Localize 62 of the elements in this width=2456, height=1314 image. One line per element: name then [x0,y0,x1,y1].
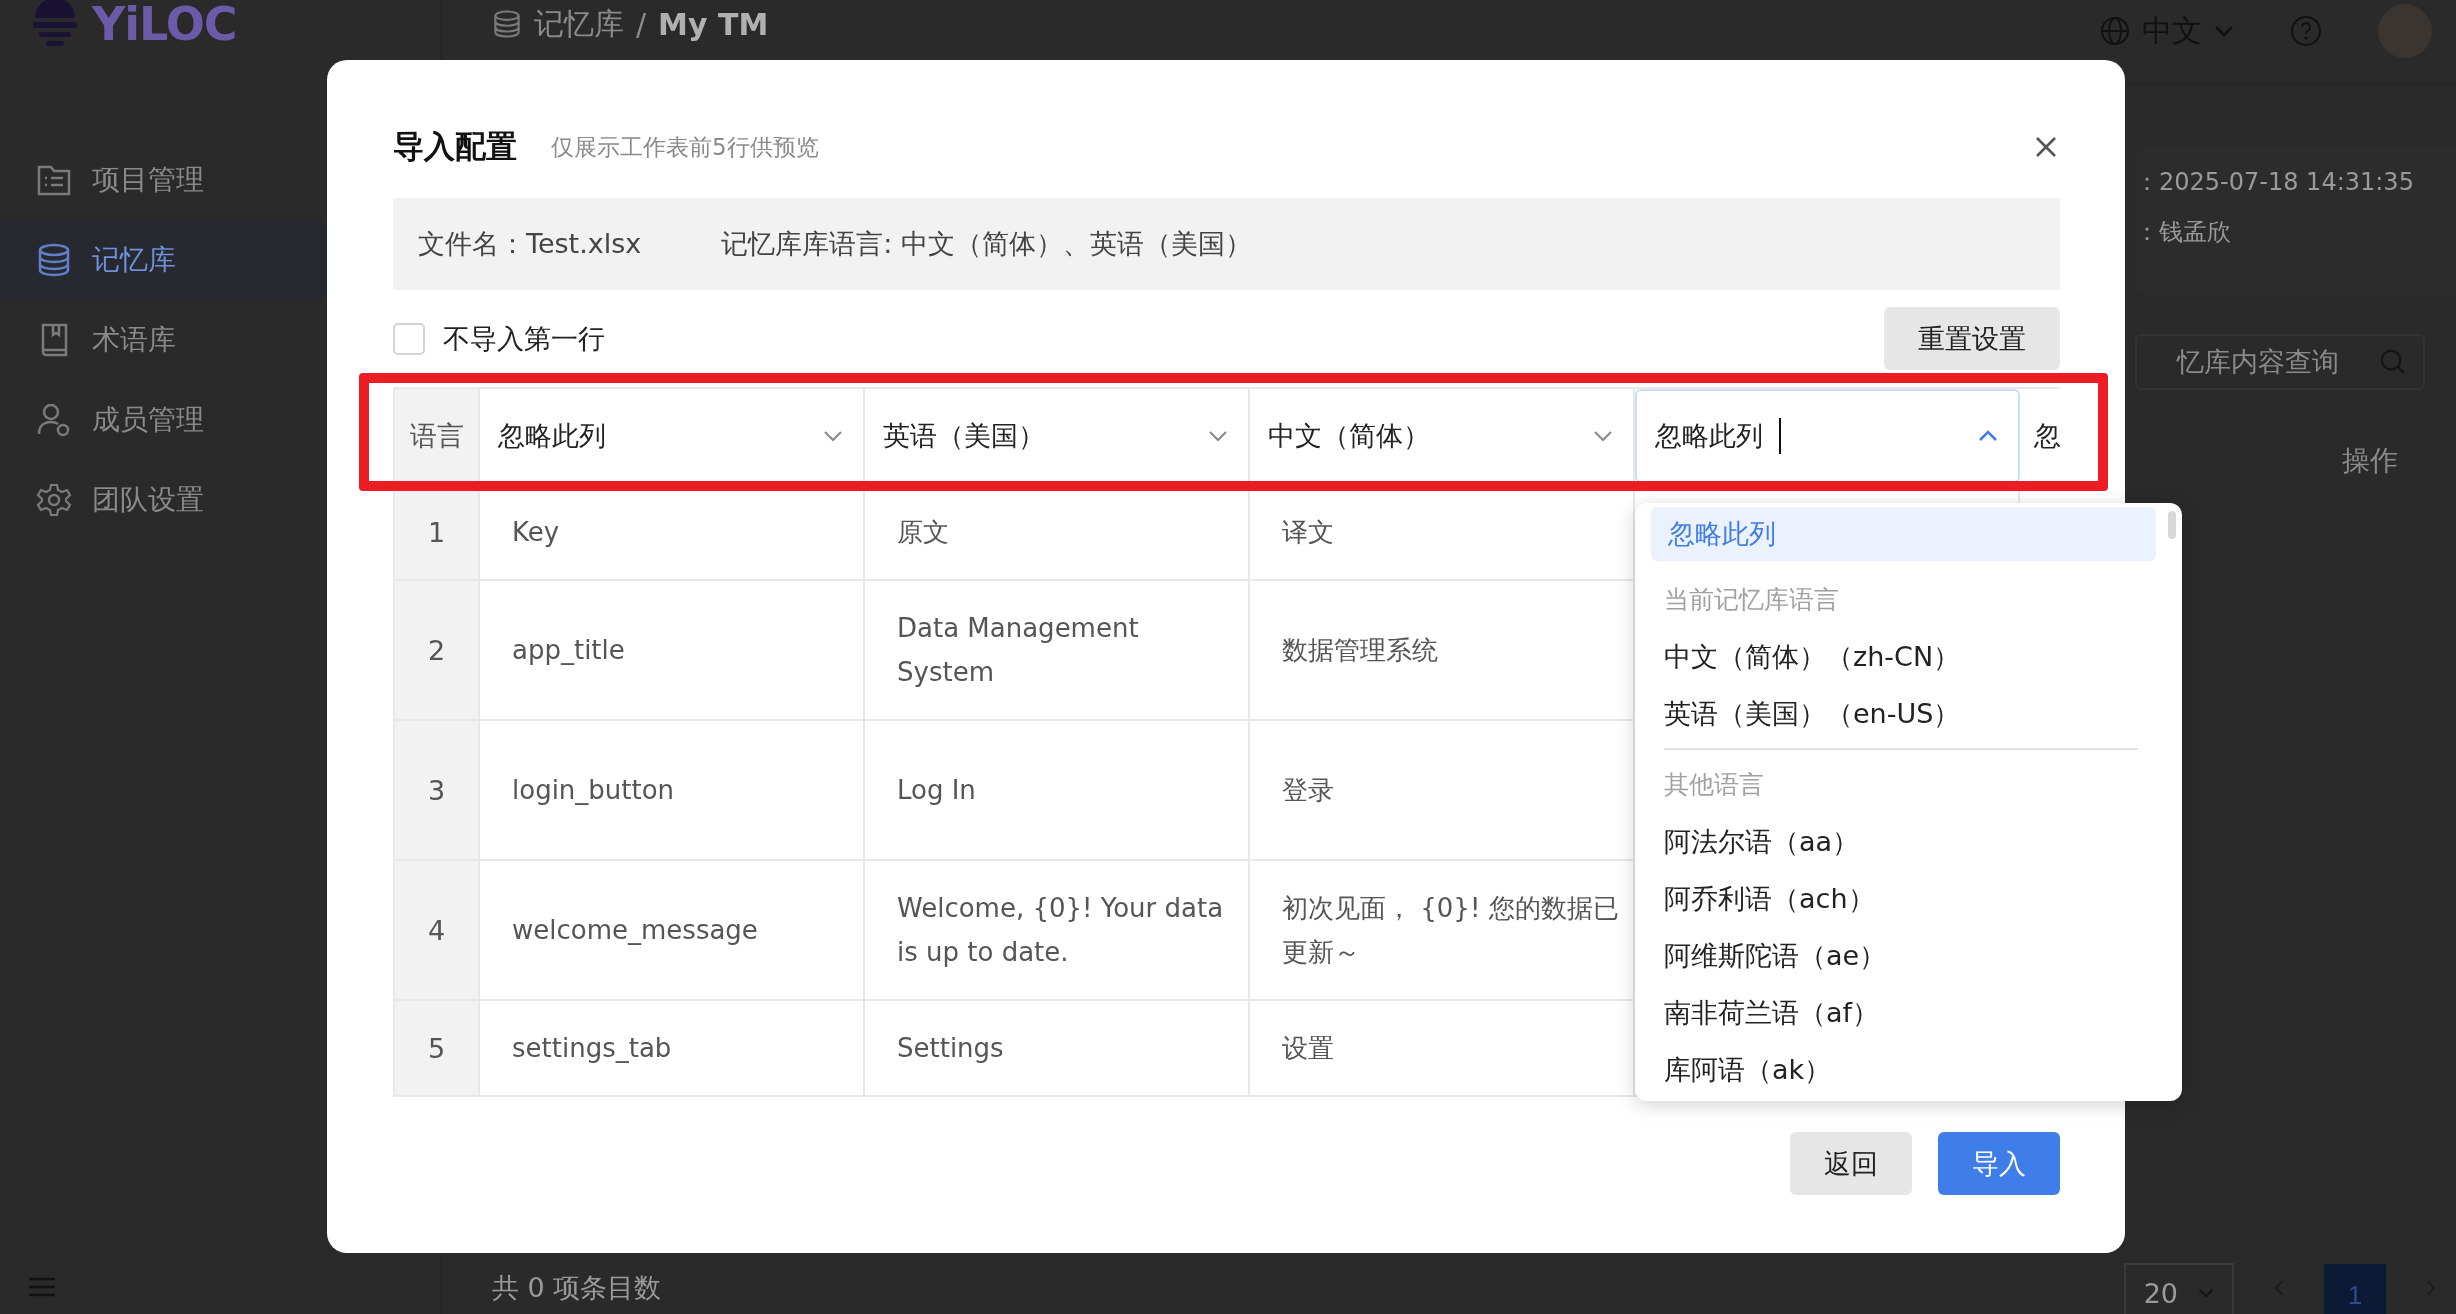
dropdown-option[interactable]: 库阿语（ak） [1651,1041,2156,1098]
dropdown-option[interactable]: 英语（美国）（en-US） [1651,685,2156,742]
table-cell: Welcome, {0}! Your data is up to date. [865,861,1250,999]
dropdown-option[interactable]: 阿法尔语（aa） [1651,813,2156,870]
table-cell: login_button [480,721,865,859]
table-cell: Settings [865,1001,1250,1095]
chevron-down-icon [1593,430,1613,442]
table-cell: Data Management System [865,581,1250,719]
close-icon[interactable] [2034,135,2058,159]
column-header: 操作 [2342,443,2398,479]
scrollbar-thumb[interactable] [2168,511,2176,539]
import-button[interactable]: 导入 [1938,1132,2060,1195]
user-gear-icon [36,402,72,438]
checkbox-label[interactable]: 不导入第一行 [443,320,605,357]
language-select[interactable]: 英语（美国） [865,389,1250,483]
table-cell: Log In [865,721,1250,859]
search-field[interactable]: 忆库内容查询 [2135,334,2425,390]
updated-time: ：2025-07-18 14:31:35 [2135,167,2415,198]
row-number: 4 [395,861,480,999]
table-cell: app_title [480,581,865,719]
table-cell: 原文 [865,485,1250,579]
chevron-up-icon [1978,430,1998,442]
globe-icon [2100,16,2130,46]
help-icon[interactable] [2290,15,2322,47]
dropdown-option[interactable]: 阿乔利语（ach） [1651,870,2156,927]
back-button[interactable]: 返回 [1790,1132,1912,1195]
dropdown-option[interactable]: 中文（简体）（zh-CN） [1651,628,2156,685]
database-icon [36,242,72,278]
row-number: 3 [395,721,480,859]
reset-button[interactable]: 重置设置 [1884,307,2060,370]
row-number: 5 [395,1001,480,1095]
checkbox[interactable] [393,322,425,355]
option-group-label: 当前记忆库语言 [1663,584,1840,616]
option-group-label: 其他语言 [1663,769,1765,801]
memory-languages: 记忆库库语言: 中文（简体）、英语（美国） [721,227,1252,261]
table-header-cell-text: 忽 [2033,419,2061,453]
language-select[interactable]: 中文（简体） [1250,389,1635,483]
sidebar-item[interactable]: 术语库 [0,300,440,380]
breadcrumb-separator: / [636,6,647,42]
logo-text: YiLOC [92,0,237,51]
language-select[interactable]: 忽略此列 [1635,389,2020,483]
dialog-hint: 仅展示工作表前5行供预览 [551,132,819,162]
dropdown-option[interactable]: 阿维斯陀语（ae） [1651,927,2156,984]
chevron-down-icon [823,430,843,442]
chevron-down-icon [1208,430,1228,442]
owner-name: ：钱孟欣 [2135,217,2232,248]
breadcrumb-item: My TM [658,6,769,42]
row-number: 2 [395,581,480,719]
page-size-select[interactable]: 20 [2123,1263,2234,1314]
menu-icon[interactable] [28,1276,56,1298]
dropdown-option[interactable]: 南非荷兰语（af） [1651,984,2156,1041]
table-cell: welcome_message [480,861,865,999]
table-cell: settings_tab [480,1001,865,1095]
settings-icon [36,482,72,518]
breadcrumb-item[interactable]: 记忆库 [534,3,624,45]
language-select[interactable]: 忽略此列 [480,389,865,483]
chevron-down-icon [2214,25,2234,37]
table-cell: Key [480,485,865,579]
table-header-cell: 语言 [395,389,480,483]
dialog-title: 导入配置 [393,127,517,166]
total-count: 共 0 项条目数 [492,1271,662,1305]
database-icon [492,9,522,39]
